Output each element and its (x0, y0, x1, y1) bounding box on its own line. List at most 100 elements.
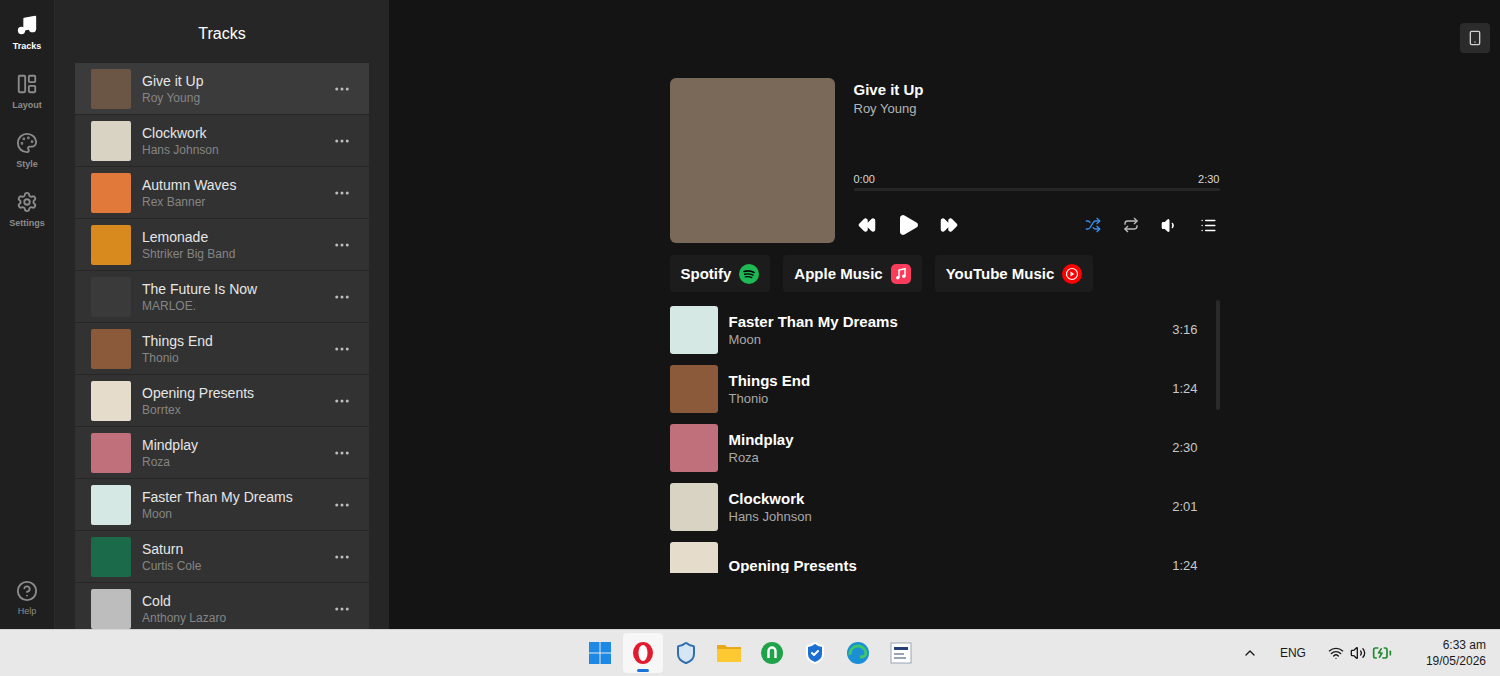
album-art (91, 485, 131, 525)
shield-icon (674, 641, 698, 665)
queue-icon[interactable] (1200, 217, 1217, 234)
more-icon[interactable] (333, 132, 351, 150)
track-item[interactable]: ColdAnthony Lazaro (75, 583, 369, 629)
taskbar-app[interactable] (752, 633, 792, 673)
track-artist: Roza (142, 454, 322, 470)
track-artist: Curtis Cole (142, 558, 322, 574)
track-title: Clockwork (142, 124, 322, 142)
track-title: Mindplay (142, 436, 322, 454)
rail-item[interactable]: Settings (0, 191, 54, 250)
app-window: Tracks Layout StyleSettings Help Tracks Give … (0, 0, 1500, 629)
track-item[interactable]: Autumn WavesRex Banner (75, 167, 369, 218)
shuffle-icon[interactable] (1085, 217, 1101, 233)
track-title: Lemonade (142, 228, 322, 246)
service-button[interactable]: Spotify (670, 255, 771, 292)
rail-label: Layout (12, 100, 42, 111)
scrollbar[interactable] (1216, 300, 1220, 410)
rail-item[interactable]: Layout (0, 73, 54, 132)
device-button[interactable] (1460, 23, 1490, 53)
track-item[interactable]: The Future Is NowMARLOE. (75, 271, 369, 322)
panel-title: Tracks (75, 24, 369, 44)
taskbar-app[interactable] (709, 633, 749, 673)
queue-item[interactable]: MindplayRoza2:30 (670, 418, 1220, 477)
track-title: Autumn Waves (142, 176, 322, 194)
queue-artist: Hans Johnson (729, 508, 1162, 525)
service-links: Spotify Apple Music YouTube Music (670, 255, 1220, 292)
track-title: Opening Presents (142, 384, 322, 402)
repeat-icon[interactable] (1123, 217, 1139, 233)
album-art (91, 69, 131, 109)
taskbar: ENG 6:33 am19/05/2026 (0, 629, 1500, 676)
queue-item[interactable]: Things EndThonio1:24 (670, 359, 1220, 418)
queue-item[interactable]: Faster Than My DreamsMoon3:16 (670, 300, 1220, 359)
service-button[interactable]: YouTube Music (935, 255, 1094, 292)
track-item[interactable]: Give it UpRoy Young (75, 63, 369, 114)
album-art (91, 537, 131, 577)
system-tray[interactable] (1328, 643, 1392, 663)
album-art (670, 483, 718, 531)
folder-icon (716, 642, 742, 664)
taskbar-app[interactable] (666, 633, 706, 673)
taskbar-app[interactable] (795, 633, 835, 673)
more-icon[interactable] (333, 600, 351, 618)
track-title: Faster Than My Dreams (142, 488, 322, 506)
queue-item[interactable]: Opening Presents1:24 (670, 536, 1220, 573)
cover-art (670, 78, 835, 243)
more-icon[interactable] (333, 80, 351, 98)
taskbar-app[interactable] (623, 633, 663, 673)
service-button[interactable]: Apple Music (783, 255, 921, 292)
queue-item[interactable]: ClockworkHans Johnson 2:01 (670, 477, 1220, 536)
more-icon[interactable] (333, 496, 351, 514)
more-icon[interactable] (333, 236, 351, 254)
track-item[interactable]: SaturnCurtis Cole (75, 531, 369, 582)
more-icon[interactable] (333, 288, 351, 306)
queue-title: Opening Presents (729, 556, 1162, 573)
now-playing-artist: Roy Young (854, 100, 1220, 118)
gear-icon (16, 191, 38, 213)
rail-item[interactable]: Tracks (0, 14, 54, 73)
rail-label: Tracks (13, 41, 42, 52)
track-item[interactable]: MindplayRoza (75, 427, 369, 478)
track-item[interactable]: LemonadeShtriker Big Band (75, 219, 369, 270)
more-icon[interactable] (333, 548, 351, 566)
taskbar-app[interactable] (838, 633, 878, 673)
more-icon[interactable] (333, 444, 351, 462)
rail-label: Help (18, 606, 37, 617)
player-area: Give it UpRoy Young0:002:30SpotifyApple … (389, 0, 1500, 629)
taskbar-app[interactable] (580, 633, 620, 673)
album-art (91, 329, 131, 369)
rail-item[interactable]: Style (0, 132, 54, 191)
taskbar-app[interactable] (881, 633, 921, 673)
play-icon[interactable] (896, 213, 920, 237)
track-item[interactable]: Opening PresentsBorrtex (75, 375, 369, 426)
date: 19/05/2026 (1426, 653, 1486, 669)
clock[interactable]: 6:33 am19/05/2026 (1426, 637, 1486, 669)
previous-icon[interactable] (858, 216, 876, 234)
more-icon[interactable] (333, 184, 351, 202)
track-artist: Thonio (142, 350, 322, 366)
volume-icon[interactable] (1161, 217, 1178, 234)
progress-bar[interactable] (854, 188, 1220, 191)
service-name: Spotify (681, 265, 732, 283)
more-icon[interactable] (333, 340, 351, 358)
now-playing-title: Give it Up (854, 80, 1220, 100)
help-button[interactable]: Help (16, 580, 38, 617)
document-app-icon (889, 641, 913, 665)
more-icon[interactable] (333, 392, 351, 410)
track-item[interactable]: Faster Than My DreamsMoon (75, 479, 369, 530)
elapsed-time: 0:00 (854, 172, 875, 186)
track-item[interactable]: ClockworkHans Johnson (75, 115, 369, 166)
language-indicator[interactable]: ENG (1280, 646, 1306, 660)
service-name: YouTube Music (946, 265, 1055, 283)
track-item[interactable]: Things EndThonio (75, 323, 369, 374)
service-name: Apple Music (794, 265, 882, 283)
layout-icon (16, 73, 38, 95)
next-icon[interactable] (940, 216, 958, 234)
queue-title: Clockwork (729, 489, 1162, 508)
chevron-up-icon[interactable] (1242, 645, 1258, 661)
album-art (91, 381, 131, 421)
queue-title: Faster Than My Dreams (729, 312, 1162, 331)
queue-duration: 2:01 (1172, 499, 1197, 515)
album-art (91, 433, 131, 473)
music-note-icon (16, 14, 38, 36)
